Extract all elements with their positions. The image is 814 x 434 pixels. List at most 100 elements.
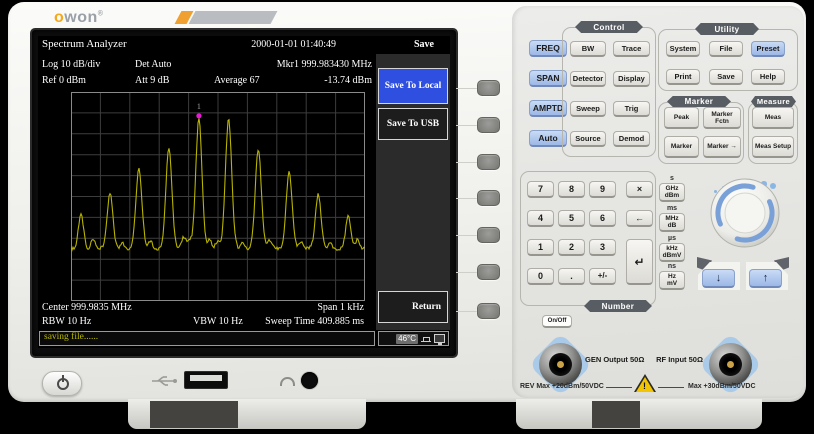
down-arrow-button[interactable]: ↓ <box>702 269 735 288</box>
marker-button[interactable]: Marker <box>664 136 699 158</box>
source-button[interactable]: Source <box>570 131 606 147</box>
readout-center: Center 999.9835 MHz <box>42 302 132 313</box>
rotary-knob-face <box>709 177 781 249</box>
rev-max-label: REV Max +20dBm/50VDC <box>520 383 604 390</box>
peak-button[interactable]: Peak <box>664 107 699 129</box>
onoff-button[interactable]: On/Off <box>542 315 572 328</box>
readout-average: Average 67 <box>214 75 260 86</box>
marker-group-label: Marker <box>667 96 731 107</box>
status-right: 46°C <box>378 331 449 346</box>
readout-detector: Det Auto <box>135 59 171 70</box>
page-title: Spectrum Analyzer <box>42 38 127 50</box>
digit-2-button[interactable]: 2 <box>558 239 585 256</box>
menu-item-return[interactable]: Return <box>378 291 448 323</box>
brand-logo: owon® <box>54 9 103 27</box>
meas-setup-button[interactable]: Meas Setup <box>752 136 794 158</box>
menu-item-save-to-usb[interactable]: Save To USB <box>378 108 448 140</box>
usb-status-icon <box>421 335 431 342</box>
unit-prefix-ns: ns <box>659 263 685 271</box>
digit-9-button[interactable]: 9 <box>589 181 616 198</box>
demod-button[interactable]: Demod <box>613 131 650 147</box>
softkey-3[interactable] <box>477 154 500 170</box>
softkey-4[interactable] <box>477 190 500 206</box>
backspace-key-button[interactable]: ← <box>626 210 653 227</box>
decimal-key-button[interactable]: . <box>558 268 585 285</box>
marker-to-button[interactable]: Marker → <box>703 136 741 158</box>
cancel-key-button[interactable]: × <box>626 181 653 198</box>
up-arrow-button[interactable]: ↑ <box>749 269 782 288</box>
softkey-2[interactable] <box>477 117 500 133</box>
softkey-6[interactable] <box>477 264 500 280</box>
svg-text:1: 1 <box>197 102 201 111</box>
softkey-line-1 <box>456 88 477 89</box>
digit-3-button[interactable]: 3 <box>589 239 616 256</box>
trig-button[interactable]: Trig <box>613 101 650 117</box>
unit-top: Hz <box>668 273 676 280</box>
readout-span: Span 1 kHz <box>317 302 364 313</box>
enter-key-button[interactable]: ↵ <box>626 239 653 285</box>
unit-bottom: dB <box>668 222 677 229</box>
hz-mv-key-button[interactable]: HzmV <box>659 271 685 290</box>
stand-foot-left-pad <box>150 401 238 428</box>
softkey-line-4 <box>456 198 477 199</box>
bw-button[interactable]: BW <box>570 41 606 57</box>
digit-6-button[interactable]: 6 <box>589 210 616 227</box>
khz-dbmv-key-button[interactable]: kHzdBmV <box>659 243 685 262</box>
system-button[interactable]: System <box>666 41 700 57</box>
display-button[interactable]: Display <box>613 71 650 87</box>
status-bar: saving file...... <box>39 331 375 346</box>
utility-group-label: Utility <box>695 23 759 35</box>
temperature-badge: 46°C <box>396 334 418 344</box>
usb-port <box>184 371 228 389</box>
digit-7-button[interactable]: 7 <box>527 181 554 198</box>
power-button[interactable] <box>42 371 82 396</box>
save-button[interactable]: Save <box>709 69 743 85</box>
unit-prefix-us: µs <box>659 235 685 243</box>
readout-row-2: Ref 0 dBm Att 9 dB Average 67 -13.74 dBm <box>38 75 376 88</box>
softkey-5[interactable] <box>477 227 500 243</box>
headphone-icon <box>280 377 295 386</box>
print-button[interactable]: Print <box>666 69 700 85</box>
bw-row: RBW 10 Hz VBW 10 Hz Sweep Time 409.885 m… <box>38 316 376 329</box>
usb-port-tongue <box>190 375 222 381</box>
digit-8-button[interactable]: 8 <box>558 181 585 198</box>
meas-button[interactable]: Meas <box>752 107 794 129</box>
control-group-label: Control <box>575 21 643 33</box>
softkey-7[interactable] <box>477 303 500 319</box>
unit-top: GHz <box>666 185 679 192</box>
plus-minus-key-button[interactable]: +/- <box>589 268 616 285</box>
marker-fctn-button[interactable]: Marker Fctn <box>703 107 741 129</box>
bezel-gray-stripe <box>189 11 278 24</box>
max-input-label: Max +30dBm/50VDC <box>688 383 756 390</box>
rotary-knob[interactable] <box>709 177 781 249</box>
ghz-dbm-key-button[interactable]: GHzdBm <box>659 183 685 202</box>
headphone-jack <box>301 372 318 389</box>
screen-titlebar: Spectrum Analyzer 2000-01-01 01:40:49 Sa… <box>38 36 450 54</box>
digit-5-button[interactable]: 5 <box>558 210 585 227</box>
mhz-db-key-button[interactable]: MHzdB <box>659 213 685 232</box>
divider <box>606 387 632 388</box>
up-arrow-icon: ↑ <box>763 272 769 284</box>
digit-1-button[interactable]: 1 <box>527 239 554 256</box>
readout-scale: Log 10 dB/div <box>42 59 100 70</box>
digit-4-button[interactable]: 4 <box>527 210 554 227</box>
trace-button[interactable]: Trace <box>613 41 650 57</box>
unit-bottom: dBmV <box>663 252 682 259</box>
preset-button[interactable]: Preset <box>751 41 785 57</box>
softkey-1[interactable] <box>477 80 500 96</box>
logo-registered: ® <box>98 11 104 18</box>
softkey-line-6 <box>456 272 477 273</box>
menu-item-save-to-local[interactable]: Save To Local <box>378 68 448 104</box>
help-button[interactable]: Help <box>751 69 785 85</box>
logo-rest: won <box>64 9 98 26</box>
detector-button[interactable]: Detector <box>570 71 606 87</box>
file-button[interactable]: File <box>709 41 743 57</box>
digit-0-button[interactable]: 0 <box>527 268 554 285</box>
down-arrow-icon: ↓ <box>716 272 722 284</box>
power-icon-line <box>62 375 64 382</box>
warning-exclamation: ! <box>643 381 646 391</box>
sweep-button[interactable]: Sweep <box>570 101 606 117</box>
divider <box>658 387 684 388</box>
unit-prefix-ms: ms <box>659 205 685 213</box>
readout-marker-freq: Mkr1 999.983430 MHz <box>277 59 372 70</box>
